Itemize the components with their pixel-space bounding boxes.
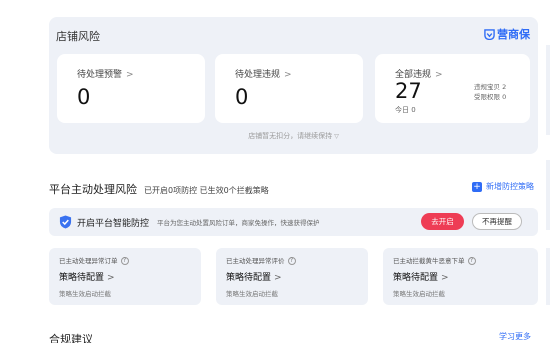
platform-section-subtitle: 已开启0项防控 已生效0个拦截策略 [144,186,269,195]
smart-protection-desc: 平台为您主动处置风险订单，商家免操作，快速获得保护 [157,219,320,227]
add-strategy-link[interactable]: + 新增防控策略 [472,181,534,192]
violation-items-count: 违规宝贝 2 [474,83,507,91]
right-panel-fragment [546,160,550,230]
smart-protection-title: 开启平台智能防控 [77,219,150,229]
shield-icon [59,215,72,229]
smart-protection-bar: 开启平台智能防控 平台为您主动处置风险订单，商家免操作，快速获得保护 去开启 不… [49,208,538,236]
right-panel-fragment [546,248,550,305]
scalper-orders-note: 策略生效启动拦截 [393,290,445,298]
dismiss-button[interactable]: 不再提醒 [472,213,522,230]
chevron-right-icon: > [126,70,134,80]
chevron-right-icon: > [274,273,282,283]
chevron-down-icon: ▽ [334,133,339,140]
abnormal-orders-card[interactable]: 已主动处理异常订单? 策略待配置 > 策略生效启动拦截 [49,248,201,305]
deduction-note[interactable]: 店铺暂无扣分，请继续保持 ▽ [49,131,538,141]
pending-warning-card[interactable]: 待处理预警 > 0 [57,54,205,123]
abnormal-reviews-note: 策略生效启动拦截 [226,290,278,298]
store-risk-title: 店铺风险 [56,30,100,43]
help-circle-icon[interactable]: ? [120,257,129,265]
pending-warning-label: 待处理预警 > [77,70,134,80]
pending-violation-label: 待处理违规 > [235,70,292,80]
store-risk-card: 店铺风险 营商保 待处理预警 > 0 待处理违规 > 0 全部违规 > 27 今日 0… [49,17,538,154]
abnormal-reviews-status[interactable]: 策略待配置 > [226,270,282,283]
help-circle-icon[interactable]: ? [467,257,476,265]
chevron-right-icon: > [435,70,443,80]
chevron-right-icon: > [107,273,115,283]
chevron-right-icon: > [284,70,292,80]
add-strategy-label: 新增防控策略 [486,182,534,191]
all-violations-value: 27 [395,79,422,103]
abnormal-orders-status[interactable]: 策略待配置 > [59,270,115,283]
abnormal-reviews-card[interactable]: 已主动处理异常评价? 策略待配置 > 策略生效启动拦截 [216,248,368,305]
violation-breakdown: 违规宝贝 2 受限权限 0 [474,82,506,102]
chevron-right-icon: > [441,273,449,283]
platform-section-header: 平台主动处理风险 已开启0项防控 已生效0个拦截策略 [49,181,269,197]
learn-more-link[interactable]: 学习更多 [499,331,531,342]
restricted-permissions-count: 受限权限 0 [474,93,507,101]
brand-badge[interactable]: 营商保 [484,26,530,42]
scalper-orders-card[interactable]: 已主动拦截黄牛恶意下单? 策略待配置 > 策略生效启动拦截 [383,248,538,305]
right-panel-fragment [546,45,550,135]
scalper-orders-label: 已主动拦截黄牛恶意下单? [393,255,476,265]
enable-button[interactable]: 去开启 [421,213,464,230]
help-circle-icon[interactable]: ? [287,257,296,265]
abnormal-orders-note: 策略生效启动拦截 [59,290,111,298]
pending-warning-value: 0 [77,85,91,109]
abnormal-reviews-label: 已主动处理异常评价? [226,255,296,265]
pending-violation-value: 0 [235,85,249,109]
abnormal-orders-label: 已主动处理异常订单? [59,255,129,265]
all-violations-card[interactable]: 全部违规 > 27 今日 0 违规宝贝 2 受限权限 0 [375,54,530,123]
compliance-title: 合规建议 [49,333,93,343]
scalper-orders-status[interactable]: 策略待配置 > [393,270,449,283]
platform-section-title: 平台主动处理风险 [49,183,137,196]
brand-label: 营商保 [497,28,530,41]
brand-logo-icon [484,28,495,40]
today-count: 今日 0 [395,106,416,114]
pending-violation-card[interactable]: 待处理违规 > 0 [215,54,363,123]
plus-icon: + [472,181,482,192]
